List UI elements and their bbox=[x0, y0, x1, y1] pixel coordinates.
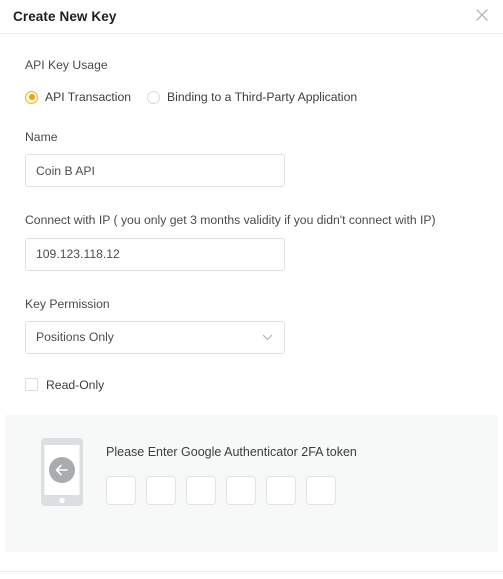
connect-with-ip-label: Connect with IP ( you only get 3 months … bbox=[25, 213, 436, 228]
read-only-checkbox[interactable] bbox=[25, 378, 38, 392]
close-icon-glyph bbox=[476, 9, 488, 21]
two-factor-digit-2[interactable] bbox=[146, 475, 176, 505]
key-permission-selected-value: Positions Only bbox=[36, 330, 114, 345]
radio-selected-icon[interactable] bbox=[25, 90, 38, 104]
name-input[interactable] bbox=[25, 154, 285, 188]
dialog-body: API Key Usage API Transaction Binding to… bbox=[0, 34, 503, 392]
two-factor-digit-4[interactable] bbox=[226, 475, 256, 505]
key-permission-label: Key Permission bbox=[25, 296, 110, 311]
create-new-key-dialog: Create New Key API Key Usage API Transac… bbox=[0, 0, 503, 579]
radio-option-api-transaction-label: API Transaction bbox=[45, 90, 132, 105]
dialog-title: Create New Key bbox=[13, 9, 117, 24]
mobile-phone-icon-glyph bbox=[41, 438, 83, 506]
api-key-usage-label: API Key Usage bbox=[25, 58, 108, 72]
mobile-phone-icon bbox=[40, 437, 84, 512]
key-permission-select[interactable]: Positions Only bbox=[25, 320, 285, 354]
two-factor-code-inputs bbox=[106, 475, 357, 505]
dialog-footer-divider bbox=[0, 571, 503, 572]
connect-with-ip-input[interactable] bbox=[25, 237, 285, 271]
two-factor-content: Please Enter Google Authenticator 2FA to… bbox=[106, 437, 357, 512]
dialog-header: Create New Key bbox=[0, 0, 503, 34]
two-factor-prompt: Please Enter Google Authenticator 2FA to… bbox=[106, 445, 357, 459]
key-permission-select-wrapper: Positions Only bbox=[25, 320, 285, 354]
read-only-checkbox-row[interactable]: Read-Only bbox=[25, 378, 478, 392]
name-group: Name bbox=[25, 130, 478, 188]
two-factor-digit-1[interactable] bbox=[106, 475, 136, 505]
api-key-usage-radio-group: API Transaction Binding to a Third-Party… bbox=[25, 90, 478, 104]
key-permission-group: Key Permission Positions Only bbox=[25, 296, 478, 354]
close-icon[interactable] bbox=[471, 4, 493, 26]
radio-option-third-party-binding-label: Binding to a Third-Party Application bbox=[167, 90, 358, 105]
two-factor-digit-5[interactable] bbox=[266, 475, 296, 505]
two-factor-inner: Please Enter Google Authenticator 2FA to… bbox=[5, 415, 498, 512]
read-only-label: Read-Only bbox=[46, 377, 105, 392]
connect-with-ip-group: Connect with IP ( you only get 3 months … bbox=[25, 213, 478, 271]
two-factor-digit-3[interactable] bbox=[186, 475, 216, 505]
name-label: Name bbox=[25, 130, 58, 145]
radio-option-third-party-binding[interactable]: Binding to a Third-Party Application bbox=[147, 90, 357, 104]
api-key-usage-group: API Key Usage API Transaction Binding to… bbox=[25, 34, 478, 104]
radio-option-api-transaction[interactable]: API Transaction bbox=[25, 90, 131, 104]
radio-unselected-icon[interactable] bbox=[147, 90, 161, 104]
two-factor-digit-6[interactable] bbox=[306, 475, 336, 505]
two-factor-panel: Please Enter Google Authenticator 2FA to… bbox=[5, 415, 498, 552]
